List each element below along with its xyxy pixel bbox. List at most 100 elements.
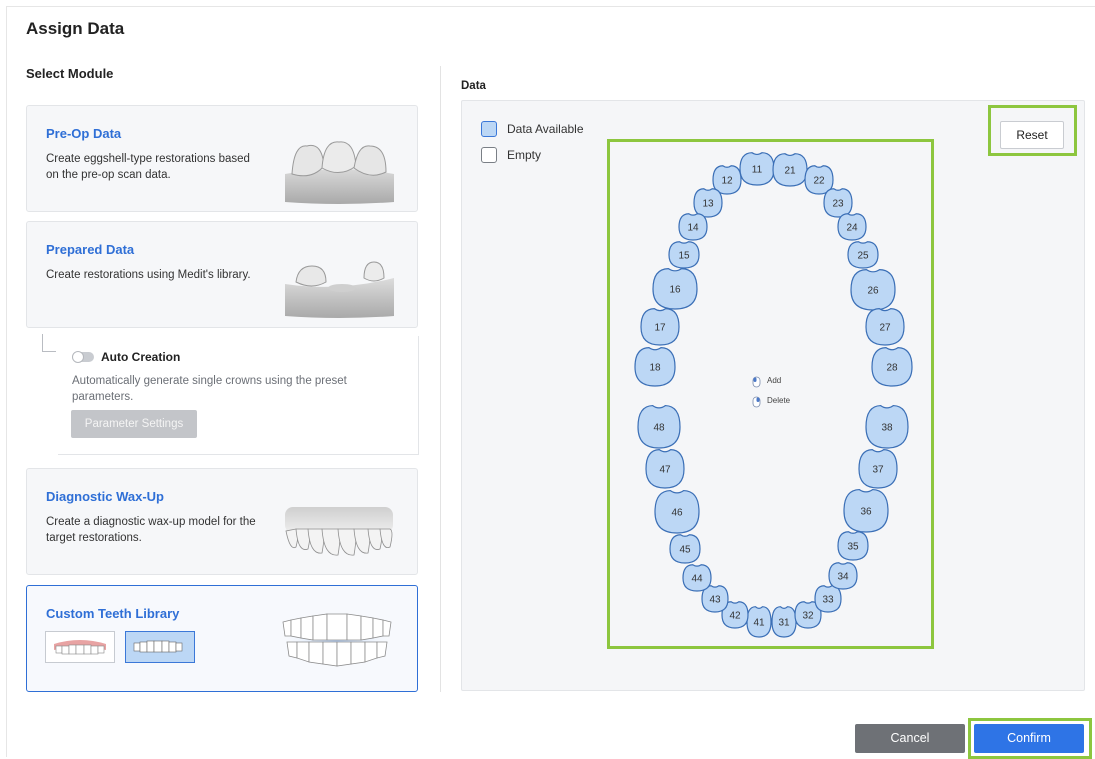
- tooth-number: 34: [837, 572, 849, 583]
- tooth-number: 14: [687, 223, 699, 234]
- teeth-only-icon: [133, 640, 183, 653]
- tooth-28[interactable]: 28: [871, 347, 913, 387]
- tooth-number: 21: [784, 166, 796, 177]
- wax-up-teeth-image: [285, 507, 393, 556]
- column-divider: [440, 66, 441, 692]
- legend-empty-label: Empty: [507, 148, 542, 162]
- tooth-16[interactable]: 16: [652, 267, 698, 310]
- tooth-11[interactable]: 11: [739, 152, 775, 186]
- tooth-13[interactable]: 13: [693, 188, 723, 218]
- tooth-33[interactable]: 33: [814, 585, 842, 613]
- tooth-27[interactable]: 27: [865, 308, 905, 346]
- module-description: Create restorations using Medit's librar…: [46, 269, 251, 281]
- dialog-top-border: [6, 6, 1095, 7]
- tooth-number: 13: [702, 199, 714, 210]
- tooth-number: 43: [709, 595, 721, 606]
- tooth-number: 45: [679, 545, 691, 556]
- select-module-title: Select Module: [26, 66, 114, 81]
- parameter-settings-button[interactable]: Parameter Settings: [71, 410, 197, 438]
- tooth-41[interactable]: 41: [746, 606, 772, 638]
- legend-available-swatch: [481, 121, 497, 137]
- tooth-26[interactable]: 26: [850, 268, 896, 311]
- toggle-knob: [72, 351, 84, 363]
- tooth-23[interactable]: 23: [823, 188, 853, 218]
- tooth-number: 23: [832, 199, 844, 210]
- mouse-hints: Add Delete: [752, 376, 791, 408]
- tooth-number: 36: [860, 507, 872, 518]
- tree-connector: [42, 351, 56, 352]
- module-description: Create a diagnostic wax-up model for the…: [46, 516, 256, 544]
- tooth-number: 16: [669, 285, 681, 296]
- module-card-pre-op[interactable]: Pre-Op Data Create eggshell-type restora…: [26, 105, 418, 212]
- tooth-38[interactable]: 38: [865, 404, 909, 449]
- tooth-48[interactable]: 48: [637, 404, 681, 449]
- cancel-button[interactable]: Cancel: [855, 724, 965, 753]
- tooth-24[interactable]: 24: [837, 213, 867, 241]
- tooth-number: 15: [678, 251, 690, 262]
- tooth-25[interactable]: 25: [847, 241, 879, 269]
- library-option-teeth-only[interactable]: [125, 631, 195, 663]
- gum-teeth-icon: [54, 640, 106, 655]
- tooth-47[interactable]: 47: [645, 449, 685, 489]
- tooth-number: 31: [778, 618, 790, 629]
- tooth-37[interactable]: 37: [858, 449, 898, 489]
- tooth-number: 12: [721, 176, 733, 187]
- tooth-number: 35: [847, 542, 859, 553]
- module-title: Diagnostic Wax-Up: [46, 489, 164, 504]
- auto-creation-label: Auto Creation: [101, 350, 181, 364]
- tooth-number: 48: [653, 423, 665, 434]
- pre-op-teeth-image: [285, 141, 394, 204]
- tooth-number: 41: [753, 618, 765, 629]
- custom-teeth-image: [279, 610, 395, 670]
- module-card-diagnostic-wax-up[interactable]: Diagnostic Wax-Up Create a diagnostic wa…: [26, 468, 418, 575]
- tooth-number: 26: [867, 286, 879, 297]
- data-section-title: Data: [461, 80, 486, 92]
- tooth-number: 25: [857, 251, 869, 262]
- tooth-number: 18: [649, 363, 661, 374]
- auto-creation-description: Automatically generate single crowns usi…: [72, 375, 347, 403]
- tooth-36[interactable]: 36: [843, 488, 889, 533]
- tooth-number: 32: [802, 611, 814, 622]
- tooth-number: 33: [822, 595, 834, 606]
- tooth-15[interactable]: 15: [668, 241, 700, 269]
- tooth-44[interactable]: 44: [682, 564, 712, 592]
- mouse-hint-add: Add: [767, 376, 781, 385]
- tooth-14[interactable]: 14: [678, 213, 708, 241]
- tooth-number: 46: [671, 508, 683, 519]
- tooth-46[interactable]: 46: [654, 489, 700, 534]
- tooth-number: 37: [872, 465, 884, 476]
- module-description: Create eggshell-type restorations based …: [46, 153, 250, 181]
- tooth-31[interactable]: 31: [771, 606, 797, 638]
- module-title: Custom Teeth Library: [46, 606, 180, 621]
- legend-available-label: Data Available: [507, 122, 584, 136]
- tooth-number: 47: [659, 465, 671, 476]
- dialog-left-border: [6, 6, 7, 757]
- tooth-number: 11: [752, 165, 763, 176]
- confirm-button[interactable]: Confirm: [974, 724, 1084, 753]
- tooth-chart[interactable]: 11 12 13 14 15 16 17 18 21 22 23 24 25 26 27 28 31 32 33 34…: [607, 139, 934, 649]
- tooth-number: 38: [881, 423, 893, 434]
- tooth-number: 44: [691, 574, 703, 585]
- legend-empty-swatch: [481, 147, 497, 163]
- tree-connector: [42, 334, 43, 352]
- tooth-34[interactable]: 34: [828, 562, 858, 590]
- tooth-35[interactable]: 35: [837, 531, 869, 561]
- reset-button[interactable]: Reset: [1000, 121, 1064, 149]
- tooth-45[interactable]: 45: [669, 534, 701, 564]
- library-option-gum[interactable]: [45, 631, 115, 663]
- tooth-number: 27: [879, 323, 891, 334]
- tooth-number: 28: [886, 363, 898, 374]
- module-title: Pre-Op Data: [46, 126, 122, 141]
- tooth-17[interactable]: 17: [640, 308, 680, 346]
- tooth-number: 17: [654, 323, 666, 334]
- prepared-teeth-image: [285, 261, 394, 318]
- tooth-21[interactable]: 21: [772, 153, 808, 187]
- tooth-number: 42: [729, 611, 741, 622]
- module-card-prepared[interactable]: Prepared Data Create restorations using …: [26, 221, 418, 328]
- tooth-18[interactable]: 18: [634, 347, 676, 387]
- module-title: Prepared Data: [46, 242, 135, 257]
- dialog-title: Assign Data: [26, 19, 125, 38]
- mouse-hint-delete: Delete: [767, 396, 791, 405]
- tooth-number: 24: [846, 223, 858, 234]
- tooth-number: 22: [813, 176, 825, 187]
